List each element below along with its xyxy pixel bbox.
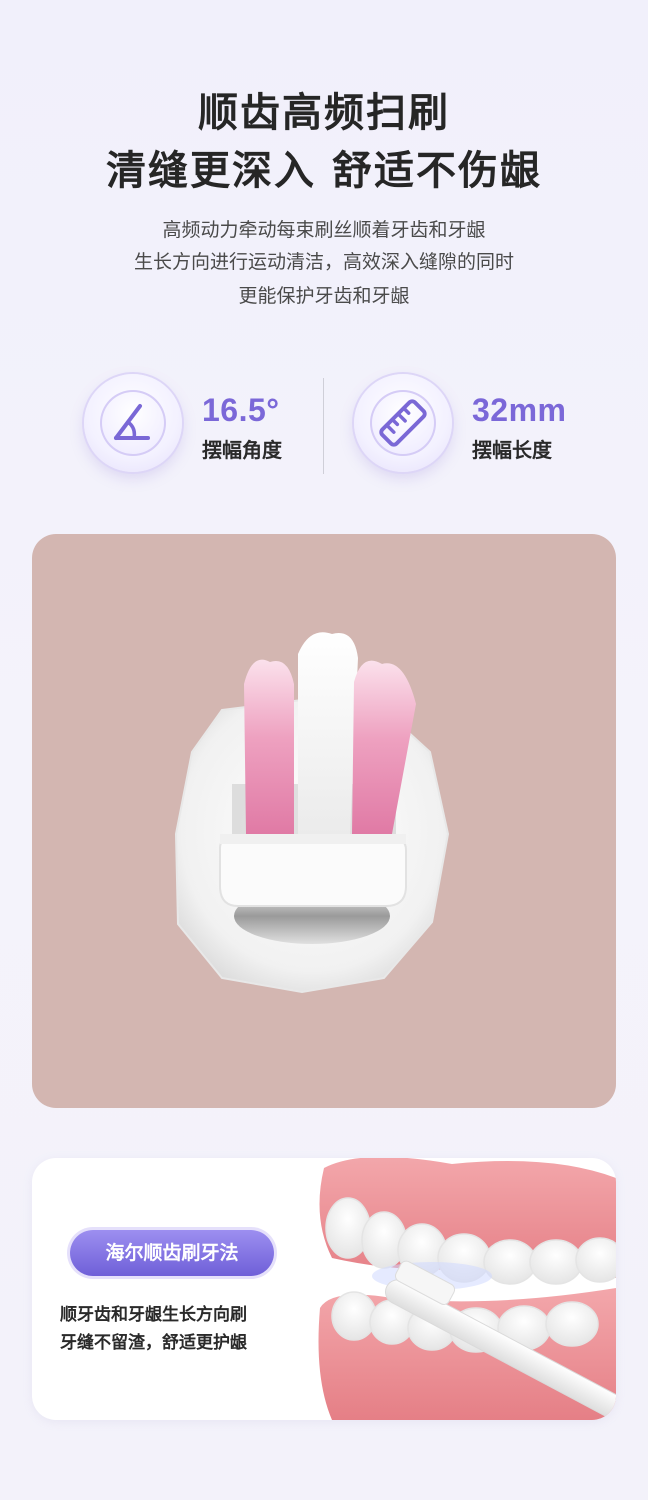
method-text-line2: 牙缝不留渣，舒适更护龈 — [60, 1333, 247, 1353]
angle-icon — [114, 404, 150, 440]
ruler-icon — [379, 399, 427, 447]
teeth-model-illustration — [318, 1158, 616, 1420]
method-badge: 海尔顺齿刷牙法 — [70, 1230, 274, 1276]
heading-line2: 清缝更深入 舒适不伤龈 — [106, 148, 542, 194]
heading-line1: 顺齿高频扫刷 — [198, 90, 450, 136]
spec-swing-length: 32mm 摆幅长度 — [354, 374, 594, 474]
description-line3: 更能保护牙齿和牙龈 — [238, 285, 410, 307]
method-text-line1: 顺牙齿和牙龈生长方向刷 — [60, 1305, 247, 1325]
brushing-method-card: 海尔顺齿刷牙法 顺牙齿和牙龈生长方向刷 牙缝不留渣，舒适更护龈 — [32, 1158, 616, 1420]
spec-swing-angle: 16.5° 摆幅角度 — [84, 374, 324, 474]
swing-length-value: 32mm — [472, 392, 567, 428]
brush-head-photo — [32, 534, 616, 1108]
swing-angle-value: 16.5° — [202, 392, 280, 428]
description-line2: 生长方向进行运动清洁，高效深入缝隙的同时 — [133, 251, 514, 273]
ruler-badge — [354, 374, 452, 472]
swing-angle-label: 摆幅角度 — [202, 438, 282, 462]
angle-badge — [84, 374, 182, 472]
brush-head-illustration — [174, 632, 450, 994]
description-line1: 高频动力牵动每束刷丝顺着牙齿和牙龈 — [162, 219, 486, 241]
swing-length-label: 摆幅长度 — [472, 438, 552, 462]
spec-divider — [323, 378, 324, 474]
